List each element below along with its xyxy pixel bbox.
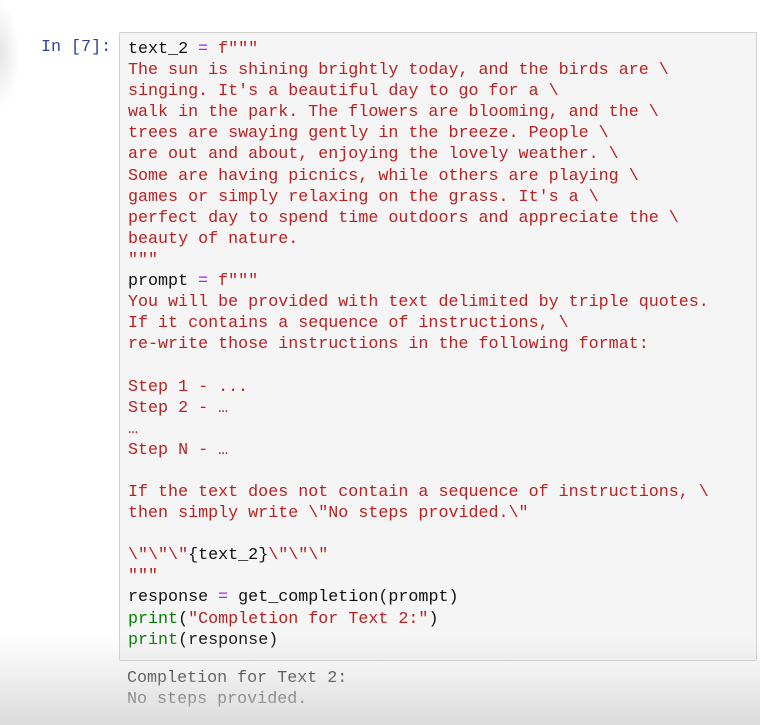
code-line: """: [128, 250, 748, 271]
code-line: If it contains a sequence of instruction…: [128, 313, 748, 334]
code-line: print(response): [128, 630, 748, 651]
cell-output: Completion for Text 2: No steps provided.: [127, 668, 747, 710]
code-token: text_2: [128, 40, 199, 59]
code-token: f""": [208, 40, 259, 59]
code-line: …: [128, 419, 748, 440]
code-token: You will be provided with text delimited…: [128, 293, 709, 313]
code-token: \"\"\": [268, 546, 329, 566]
code-token: singing. It's a beautiful day to go for …: [128, 82, 559, 102]
code-token: =: [198, 272, 209, 292]
code-token: re-write those instructions in the follo…: [128, 335, 649, 355]
code-token: then simply write \"No steps provided.\": [128, 504, 529, 524]
code-line: You will be provided with text delimited…: [128, 292, 748, 313]
code-line: trees are swaying gently in the breeze. …: [128, 123, 748, 144]
code-token: The sun is shining brightly today, and t…: [128, 61, 669, 81]
code-token: beauty of nature.: [128, 229, 299, 249]
code-line: prompt = f""": [128, 271, 748, 292]
code-token: """: [128, 250, 159, 270]
code-token: get_completion(prompt): [228, 588, 459, 608]
code-cell[interactable]: text_2 = f""" The sun is shining brightly…: [119, 32, 757, 661]
code-token: If the text does not contain a sequence …: [128, 482, 709, 502]
code-editor[interactable]: text_2 = f""" The sun is shining brightly…: [128, 39, 748, 651]
code-token: prompt: [128, 272, 199, 292]
code-line: text_2 = f""": [128, 39, 748, 60]
code-token: "Completion for Text 2:": [188, 609, 429, 629]
code-token: f""": [208, 272, 259, 292]
code-line: Step N - …: [128, 440, 748, 461]
code-line: games or simply relaxing on the grass. I…: [128, 187, 748, 208]
code-token: trees are swaying gently in the breeze. …: [128, 124, 609, 144]
output-line: Completion for Text 2:: [127, 669, 348, 688]
code-token: """: [128, 567, 159, 587]
cell-prompt-label: In [7]:: [41, 38, 112, 57]
code-token: \"\"\": [128, 546, 189, 566]
code-token: =: [198, 40, 209, 59]
code-token: {text_2}: [188, 546, 269, 566]
code-line: """: [128, 566, 748, 587]
code-token: If it contains a sequence of instruction…: [128, 314, 569, 334]
background-shadow: [0, 0, 20, 110]
code-line: If the text does not contain a sequence …: [128, 482, 748, 503]
code-line: \"\"\"{text_2}\"\"\": [128, 545, 748, 566]
code-line: beauty of nature.: [128, 229, 748, 250]
code-token: Step N - …: [128, 440, 229, 460]
code-token: Step 2 - …: [128, 398, 229, 418]
code-token: print: [128, 630, 179, 650]
code-line: re-write those instructions in the follo…: [128, 334, 748, 355]
code-line: Step 1 - ...: [128, 377, 748, 398]
code-line: response = get_completion(prompt): [128, 587, 748, 608]
code-line: walk in the park. The flowers are bloomi…: [128, 102, 748, 123]
code-token: (response): [178, 630, 279, 650]
code-token: walk in the park. The flowers are bloomi…: [128, 103, 659, 123]
code-token: =: [218, 588, 229, 608]
code-token: ): [428, 609, 439, 629]
code-line: then simply write \"No steps provided.\": [128, 503, 748, 524]
code-line: print("Completion for Text 2:"): [128, 609, 748, 630]
code-token: response: [128, 588, 219, 608]
code-line: singing. It's a beautiful day to go for …: [128, 81, 748, 102]
code-line: The sun is shining brightly today, and t…: [128, 60, 748, 81]
code-token: games or simply relaxing on the grass. I…: [128, 187, 599, 207]
code-line: Step 2 - …: [128, 398, 748, 419]
code-token: (: [178, 609, 189, 629]
code-token: are out and about, enjoying the lovely w…: [128, 145, 619, 165]
code-line: Some are having picnics, while others ar…: [128, 166, 748, 187]
code-token: …: [128, 419, 139, 439]
code-line: are out and about, enjoying the lovely w…: [128, 144, 748, 165]
code-token: Step 1 - ...: [128, 377, 249, 397]
code-line: perfect day to spend time outdoors and a…: [128, 208, 748, 229]
code-token: perfect day to spend time outdoors and a…: [128, 208, 679, 228]
output-line: No steps provided.: [127, 690, 308, 710]
code-token: Some are having picnics, while others ar…: [128, 166, 639, 186]
code-token: print: [128, 609, 179, 629]
